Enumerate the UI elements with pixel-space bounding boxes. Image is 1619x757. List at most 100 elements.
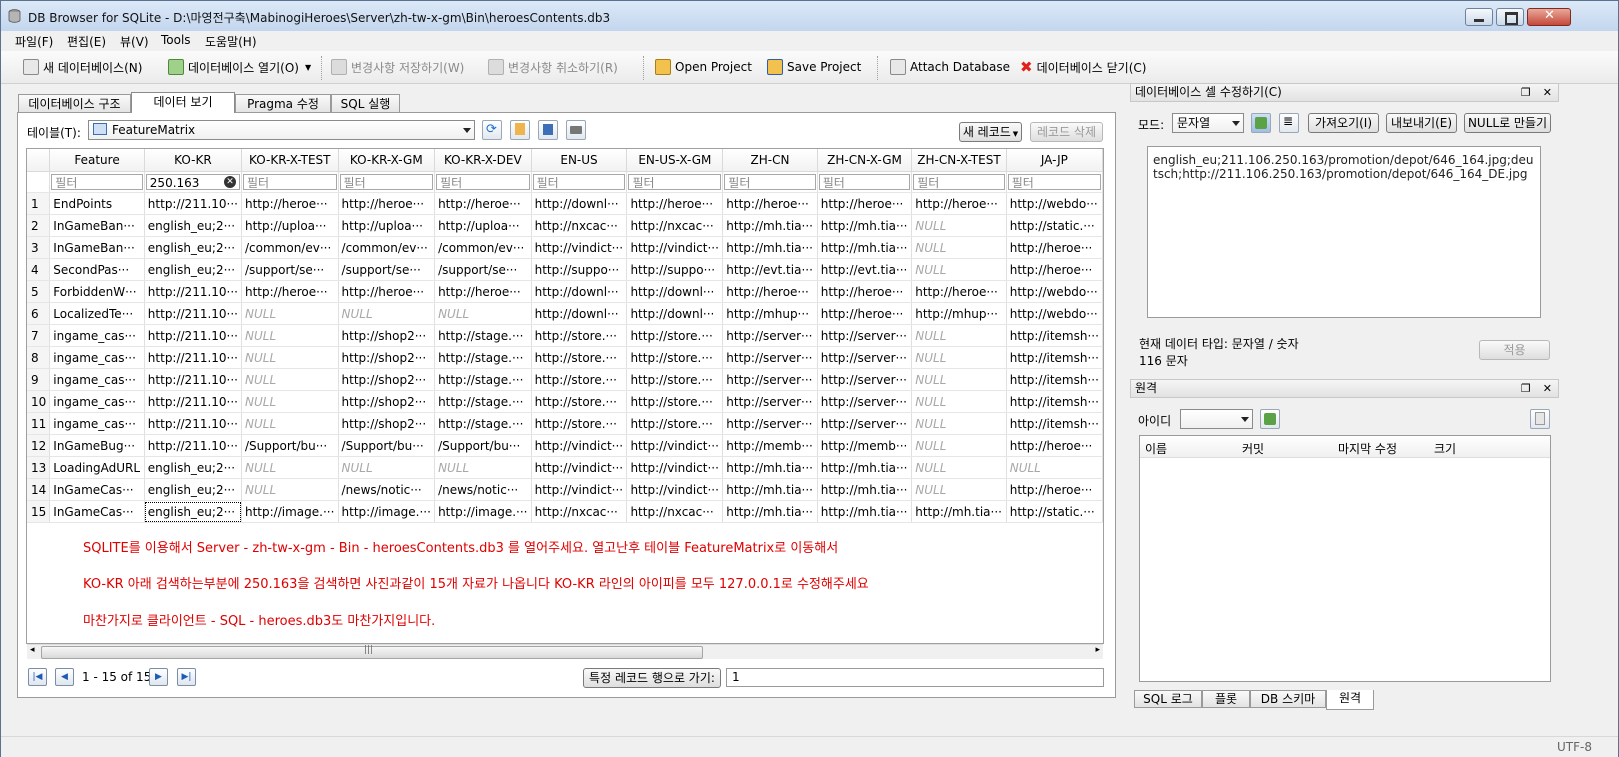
refresh-button[interactable]: ⟳ [482, 120, 502, 140]
table-cell[interactable]: NULL [241, 478, 339, 501]
filter-input[interactable]: 필터 [532, 174, 626, 190]
open-project-button[interactable]: Open Project [655, 58, 752, 76]
filter-input[interactable]: 필터 [436, 174, 530, 190]
table-cell[interactable]: http://heroe··· [338, 192, 436, 215]
scroll-right-icon[interactable]: ▸ [1095, 645, 1100, 655]
save-project-button[interactable]: Save Project [767, 58, 861, 76]
table-cell[interactable]: NULL [241, 346, 339, 369]
table-cell[interactable]: ingame_cas··· [49, 346, 145, 369]
table-cell[interactable]: /common/ev··· [241, 236, 339, 259]
table-cell[interactable]: http://store.··· [531, 390, 628, 413]
table-cell[interactable]: http://heroe··· [241, 280, 339, 303]
table-cell[interactable]: http://image.··· [434, 500, 532, 523]
tab-sql-log[interactable]: SQL 로그 [1134, 690, 1202, 708]
table-cell[interactable]: /support/se··· [434, 258, 532, 281]
tab-db-schema[interactable]: DB 스키마 [1250, 690, 1326, 708]
table-cell[interactable]: http://store.··· [626, 324, 724, 347]
table-cell[interactable]: NULL [434, 456, 532, 479]
table-row[interactable]: 4 SecondPas··· english_eu;2···/support/se·… [27, 258, 1103, 281]
row-number[interactable]: 1 [27, 192, 51, 215]
table-cell[interactable]: InGameBug··· [49, 434, 145, 457]
import-button[interactable]: 가져오기(I) [1308, 113, 1379, 133]
row-number[interactable]: 5 [27, 280, 51, 303]
menu-view[interactable]: 뷰(V) [120, 33, 149, 50]
table-cell[interactable]: http://mh.tia··· [722, 478, 818, 501]
table-cell[interactable]: http://store.··· [626, 346, 724, 369]
table-cell[interactable]: http://heroe··· [241, 192, 339, 215]
mode-select[interactable]: 문자열 [1172, 113, 1244, 133]
column-header[interactable]: EN-US-X-GM [626, 149, 724, 172]
table-cell[interactable]: http://heroe··· [817, 302, 913, 325]
table-row[interactable]: 8 ingame_cas··· http://211.10··· NULL http:/… [27, 346, 1103, 369]
column-header-name[interactable]: 이름 [1145, 440, 1167, 457]
open-database-button[interactable]: 데이터베이스 열기(O) ▼ [168, 58, 311, 76]
table-cell[interactable]: http://vindict··· [531, 456, 628, 479]
table-cell[interactable]: /news/notic··· [434, 478, 532, 501]
table-cell[interactable]: LoadingAdURL [49, 456, 145, 479]
table-cell[interactable]: http://static.··· [1006, 214, 1103, 237]
row-number[interactable]: 4 [27, 258, 51, 281]
table-cell[interactable]: NULL [1006, 456, 1103, 479]
first-record-button[interactable]: |◀ [28, 668, 47, 686]
table-cell[interactable]: english_eu;2··· [144, 478, 243, 501]
table-cell[interactable]: /news/notic··· [338, 478, 436, 501]
table-cell[interactable]: http://itemsh··· [1006, 368, 1103, 391]
table-cell[interactable]: http://store.··· [531, 324, 628, 347]
table-row[interactable]: 9 ingame_cas··· http://211.10··· NULL http:/… [27, 368, 1103, 391]
table-cell[interactable]: NULL [911, 258, 1007, 281]
table-cell[interactable]: http://vindict··· [626, 478, 724, 501]
table-cell[interactable]: NULL [911, 456, 1007, 479]
table-cell[interactable]: http://itemsh··· [1006, 412, 1103, 435]
table-cell[interactable]: http://211.10··· [144, 346, 243, 369]
table-cell[interactable]: http://vindict··· [626, 434, 724, 457]
table-cell[interactable]: http://uploa··· [338, 214, 436, 237]
table-cell[interactable]: http://211.10··· [144, 434, 243, 457]
table-cell[interactable]: http://store.··· [626, 390, 724, 413]
table-cell[interactable]: http://mhup··· [722, 302, 818, 325]
apply-button[interactable]: 적용 [1479, 340, 1550, 360]
table-cell[interactable]: http://mh.tia··· [817, 456, 913, 479]
table-cell[interactable]: http://server··· [722, 324, 818, 347]
table-cell[interactable]: english_eu;2··· [144, 214, 243, 237]
table-cell[interactable]: ingame_cas··· [49, 324, 145, 347]
row-number[interactable]: 3 [27, 236, 51, 259]
table-cell[interactable]: http://server··· [817, 390, 913, 413]
column-header[interactable]: EN-US [531, 149, 628, 172]
table-cell[interactable]: http://mhup··· [911, 302, 1007, 325]
write-changes-button[interactable]: 변경사항 저장하기(W) [331, 58, 464, 76]
close-icon[interactable]: ✕ [1543, 86, 1552, 99]
filter-input[interactable]: 필터 [913, 174, 1005, 190]
table-cell[interactable]: http://suppo··· [626, 258, 724, 281]
table-cell[interactable]: ForbiddenW··· [49, 280, 145, 303]
cell-editor-textarea[interactable]: english_eu;211.106.250.163/promotion/dep… [1147, 146, 1541, 318]
column-header[interactable]: KO-KR-X-TEST [241, 149, 339, 172]
table-cell[interactable]: http://mh.tia··· [817, 478, 913, 501]
table-cell[interactable]: http://211.10··· [144, 368, 243, 391]
table-cell[interactable]: http://mh.tia··· [817, 214, 913, 237]
table-cell[interactable]: http://heroe··· [626, 192, 724, 215]
chevron-down-icon[interactable]: ▼ [305, 63, 311, 72]
table-cell[interactable]: http://webdo··· [1006, 280, 1103, 303]
table-cell[interactable]: http://store.··· [531, 412, 628, 435]
table-cell[interactable]: http://store.··· [626, 412, 724, 435]
table-cell[interactable]: /Support/bu··· [241, 434, 339, 457]
row-number[interactable]: 9 [27, 368, 51, 391]
tab-database-structure[interactable]: 데이터베이스 구조 [18, 94, 131, 113]
set-null-button[interactable]: NULL로 만들기 [1464, 113, 1551, 133]
table-cell[interactable]: http://heroe··· [722, 192, 818, 215]
table-cell[interactable]: http://heroe··· [817, 192, 913, 215]
table-cell[interactable]: http://heroe··· [434, 280, 532, 303]
new-database-button[interactable]: 새 데이터베이스(N) [23, 58, 142, 76]
auto-switch-mode-button[interactable] [1251, 113, 1271, 133]
table-cell[interactable]: http://stage.··· [434, 346, 532, 369]
table-cell[interactable]: http://heroe··· [1006, 434, 1103, 457]
column-header[interactable]: KO-KR-X-GM [338, 149, 436, 172]
table-cell[interactable]: http://vindict··· [626, 456, 724, 479]
table-cell[interactable]: SecondPas··· [49, 258, 145, 281]
table-cell[interactable]: LocalizedTe··· [49, 302, 145, 325]
new-record-button[interactable]: 새 레코드 ▼ [959, 122, 1022, 142]
goto-record-button[interactable]: 특정 레코드 행으로 가기: [583, 668, 721, 688]
table-cell[interactable]: NULL [911, 390, 1007, 413]
column-header[interactable]: Feature [49, 149, 145, 172]
menu-edit[interactable]: 편집(E) [67, 33, 106, 50]
